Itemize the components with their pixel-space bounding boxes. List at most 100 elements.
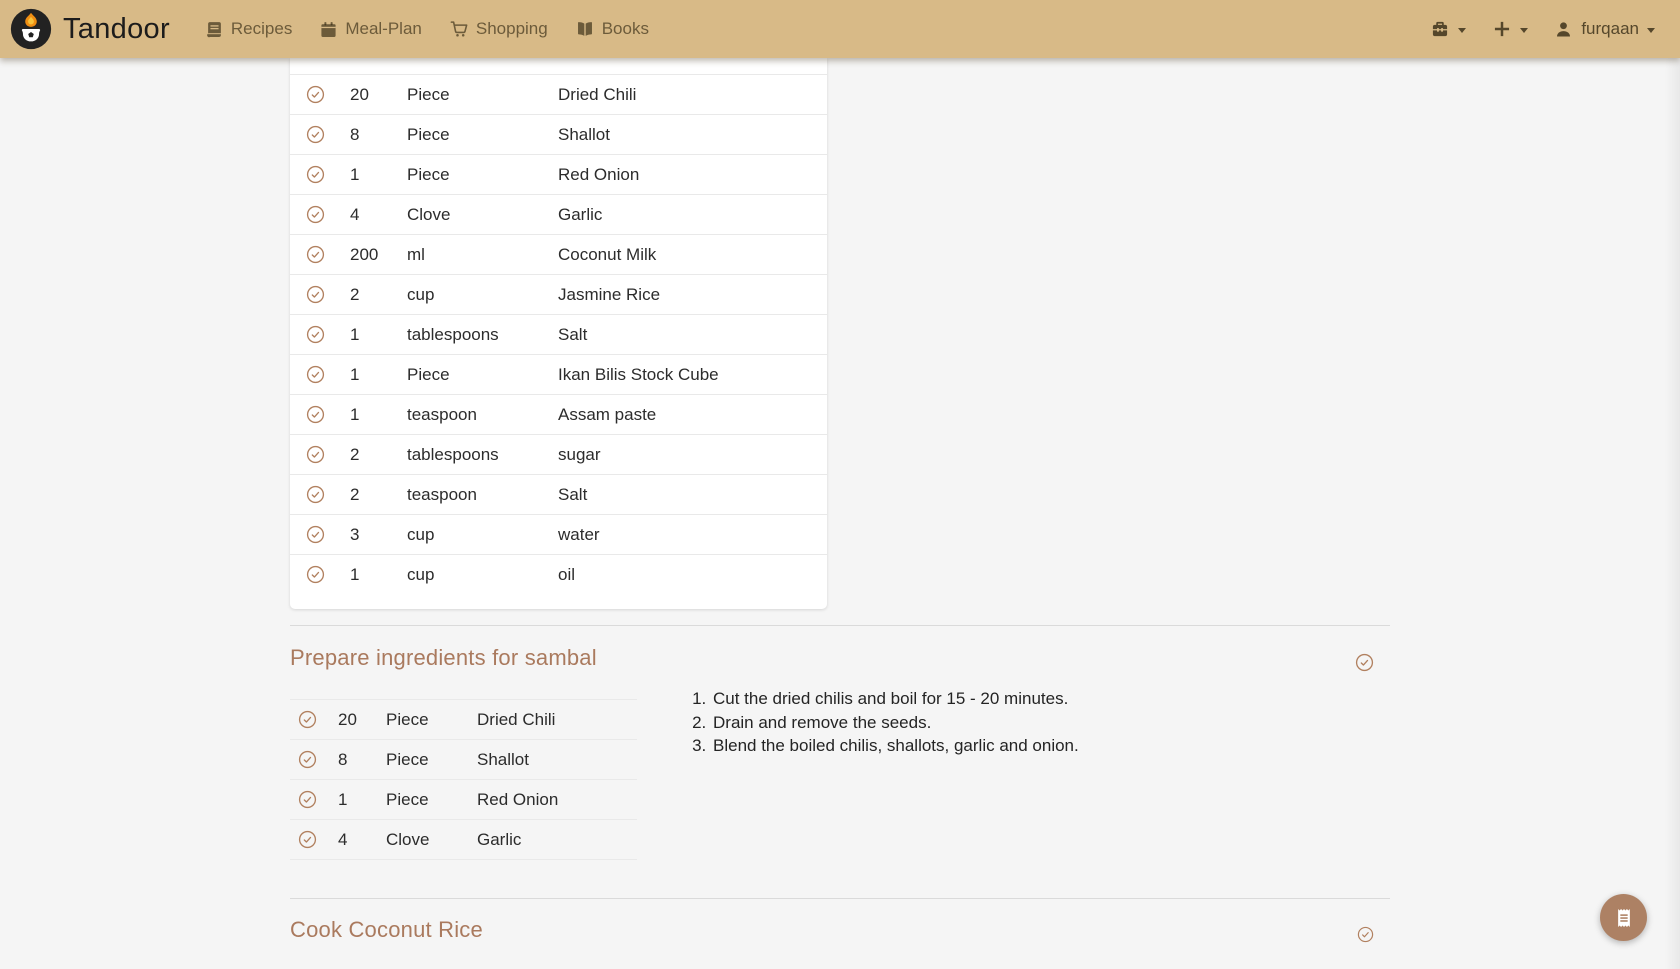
nav-item-meal-plan[interactable]: Meal-Plan [308,10,434,48]
ingredient-row[interactable]: 20 Piece Dried Chili [290,699,637,739]
nav-item-shopping[interactable]: Shopping [438,10,560,48]
instruction-list: Cut the dried chilis and boil for 15 - 2… [691,687,1079,758]
ingredient-check-circle-icon[interactable] [306,165,350,184]
ingredient-food: Shallot [558,125,827,145]
ingredient-check-circle-icon[interactable] [298,750,338,769]
ingredient-check-circle-icon[interactable] [298,710,338,729]
ingredient-row[interactable]: 1 teaspoon Assam paste [290,394,827,434]
chevron-down-icon [1520,28,1528,33]
ingredient-amount: 2 [350,485,407,505]
ingredient-unit: cup [407,565,558,585]
toolbox-icon [1430,19,1450,39]
ingredient-unit: Piece [386,710,477,730]
nav-links: Recipes Meal-Plan Shopping [194,10,661,48]
ingredient-check-circle-icon[interactable] [298,830,338,849]
ingredient-check-circle-icon[interactable] [306,245,350,264]
ingredient-unit: Clove [386,830,477,850]
create-dropdown-toggle[interactable] [1483,13,1537,45]
ingredient-check-circle-icon[interactable] [306,285,350,304]
shopping-list-fab-button[interactable] [1600,894,1647,941]
recipe-page: 20 Piece Dried Chili 8 Piece Shallot 1 P… [290,0,1390,943]
ingredient-unit: Piece [386,790,477,810]
nav-item-label: Books [602,19,649,39]
ingredient-row[interactable]: 2 tablespoons sugar [290,434,827,474]
ingredient-unit: teaspoon [407,405,558,425]
ingredient-unit: Piece [407,125,558,145]
section-divider [290,898,1390,899]
ingredient-row[interactable]: 4 Clove Garlic [290,194,827,234]
ingredient-check-circle-icon[interactable] [306,125,350,144]
ingredient-food: Coconut Milk [558,245,827,265]
ingredient-amount: 1 [350,405,407,425]
ingredient-check-circle-icon[interactable] [306,405,350,424]
brand-link[interactable]: Tandoor [10,8,170,50]
ingredient-food: Jasmine Rice [558,285,827,305]
main-ingredients-table: 20 Piece Dried Chili 8 Piece Shallot 1 P… [290,74,827,594]
ingredient-amount: 1 [350,365,407,385]
ingredient-food: Shallot [477,750,637,770]
ingredient-row[interactable]: 8 Piece Shallot [290,739,637,779]
ingredient-food: oil [558,565,827,585]
step-header-rice: Cook Coconut Rice [290,916,1390,943]
ingredient-row[interactable]: 1 cup oil [290,554,827,594]
ingredient-unit: ml [407,245,558,265]
ingredient-row[interactable]: 8 Piece Shallot [290,114,827,154]
ingredient-unit: cup [407,285,558,305]
step-done-check-icon[interactable] [1357,926,1374,943]
ingredients-card: 20 Piece Dried Chili 8 Piece Shallot 1 P… [290,58,827,609]
ingredient-unit: cup [407,525,558,545]
ingredient-row[interactable]: 3 cup water [290,514,827,554]
ingredient-unit: Piece [407,365,558,385]
ingredient-unit: tablespoons [407,445,558,465]
ingredient-food: sugar [558,445,827,465]
ingredient-food: Garlic [477,830,637,850]
navbar-right: furqaan [1421,13,1664,45]
ingredient-row[interactable]: 1 tablespoons Salt [290,314,827,354]
scrollbar-track[interactable] [1665,58,1680,969]
ingredient-food: Dried Chili [558,85,827,105]
open-book-icon [576,20,594,38]
ingredient-unit: Piece [386,750,477,770]
partial-ingredient-row [290,58,827,74]
user-dropdown-toggle[interactable]: furqaan [1545,13,1664,45]
ingredient-amount: 1 [350,165,407,185]
step-title: Cook Coconut Rice [290,917,483,943]
cart-icon [450,20,468,38]
ingredient-amount: 4 [350,205,407,225]
ingredient-row[interactable]: 2 teaspoon Salt [290,474,827,514]
ingredient-amount: 1 [350,565,407,585]
tools-dropdown-toggle[interactable] [1421,13,1475,45]
ingredient-row[interactable]: 1 Piece Ikan Bilis Stock Cube [290,354,827,394]
ingredient-row[interactable]: 2 cup Jasmine Rice [290,274,827,314]
tandoor-logo-icon [10,8,52,50]
ingredient-row[interactable]: 200 ml Coconut Milk [290,234,827,274]
chevron-down-icon [1647,28,1655,33]
ingredient-check-circle-icon[interactable] [306,445,350,464]
ingredient-check-circle-icon[interactable] [306,565,350,584]
ingredient-check-circle-icon[interactable] [306,365,350,384]
step-done-check-icon[interactable] [1355,653,1374,672]
ingredient-check-circle-icon[interactable] [306,525,350,544]
ingredient-check-circle-icon[interactable] [306,205,350,224]
receipt-icon [1613,907,1635,929]
ingredient-food: Red Onion [558,165,827,185]
instruction-step: Cut the dried chilis and boil for 15 - 2… [711,687,1079,711]
ingredient-row[interactable]: 1 Piece Red Onion [290,779,637,819]
nav-item-recipes[interactable]: Recipes [194,10,304,48]
ingredient-amount: 4 [338,830,386,850]
ingredient-unit: Clove [407,205,558,225]
ingredient-check-circle-icon[interactable] [306,325,350,344]
ingredient-row[interactable]: 1 Piece Red Onion [290,154,827,194]
ingredient-check-circle-icon[interactable] [306,485,350,504]
ingredient-row[interactable]: 20 Piece Dried Chili [290,74,827,114]
section-divider [290,625,1390,626]
ingredient-amount: 8 [350,125,407,145]
step-title: Prepare ingredients for sambal [290,645,597,671]
nav-item-books[interactable]: Books [564,10,661,48]
ingredient-amount: 1 [338,790,386,810]
book-icon [206,21,223,38]
ingredient-check-circle-icon[interactable] [306,85,350,104]
ingredient-row[interactable]: 4 Clove Garlic [290,819,637,859]
ingredient-amount: 3 [350,525,407,545]
ingredient-check-circle-icon[interactable] [298,790,338,809]
